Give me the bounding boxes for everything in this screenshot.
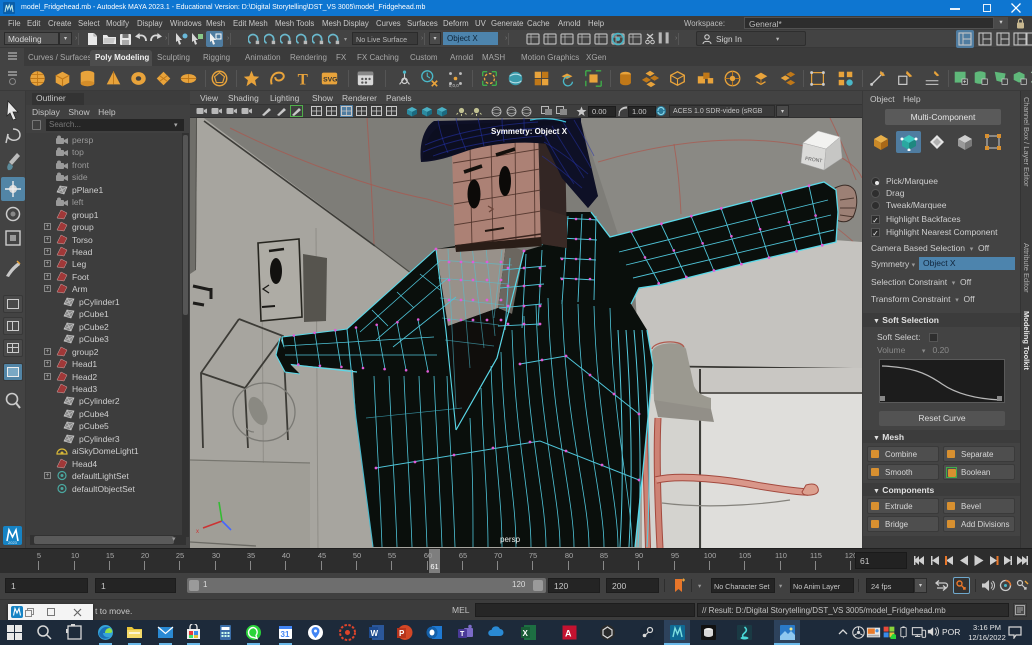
svg-text:P: P — [399, 629, 405, 638]
svg-text:SVG: SVG — [323, 77, 337, 84]
svg-text:x: x — [196, 529, 199, 535]
svg-text:T: T — [460, 631, 465, 638]
svg-text:0,0,0: 0,0,0 — [449, 83, 460, 88]
svg-text:31: 31 — [281, 630, 290, 639]
svg-text:A: A — [565, 629, 572, 639]
svg-text:persp: persp — [500, 535, 521, 544]
svg-text:Symmetry: Object X: Symmetry: Object X — [491, 127, 568, 136]
svg-text:2023: 2023 — [8, 540, 18, 545]
svg-text:X: X — [523, 629, 529, 638]
svg-text:T: T — [298, 71, 309, 88]
svg-text:W: W — [371, 629, 379, 638]
